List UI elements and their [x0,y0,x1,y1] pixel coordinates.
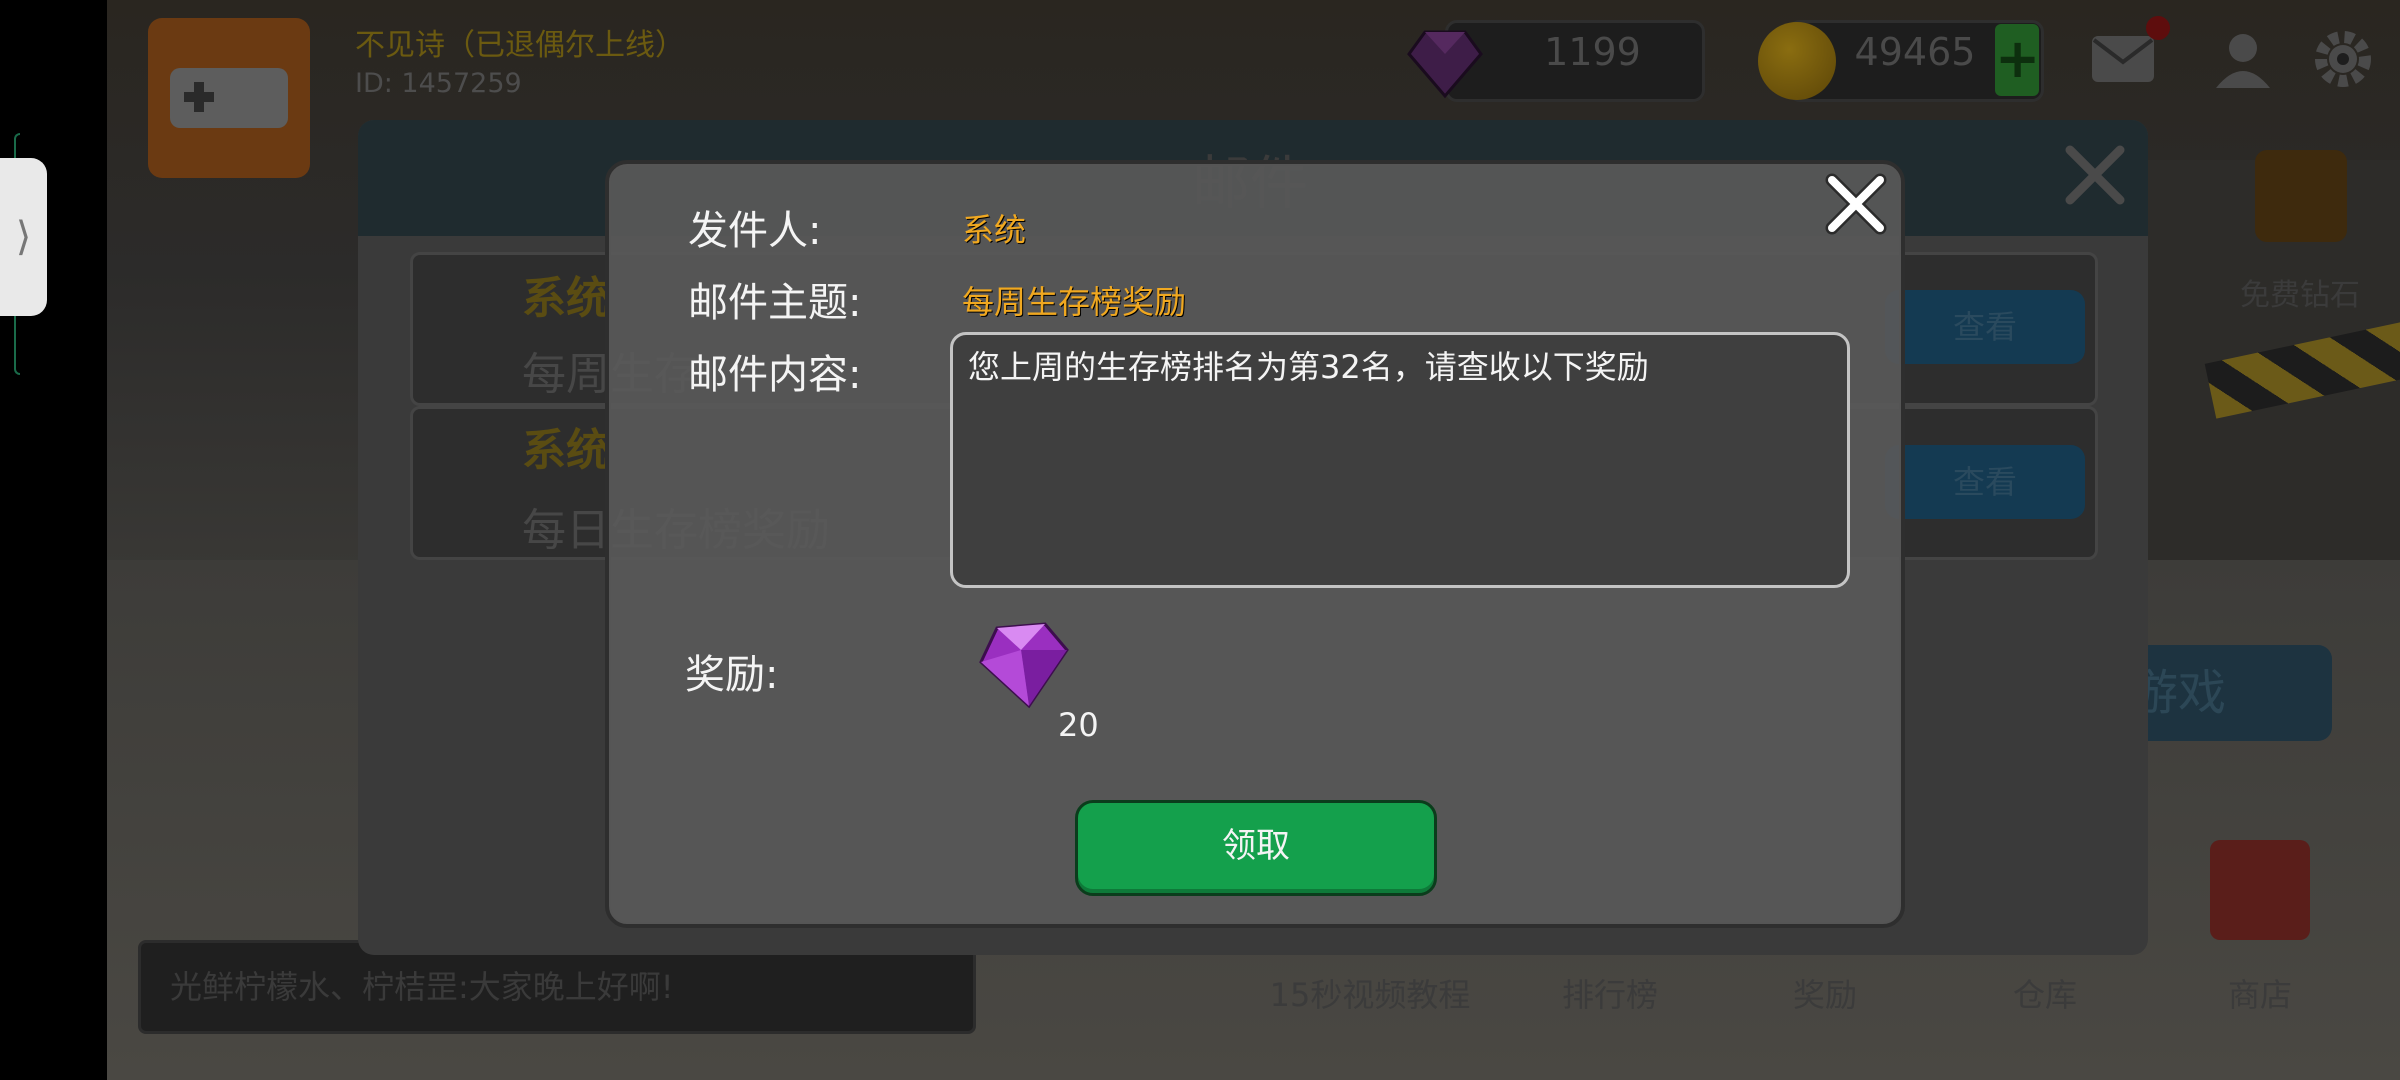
subject-label: 邮件主题: [688,280,862,326]
gamepad-icon [170,68,288,128]
player-id: ID: 1457259 [355,68,522,99]
nav-leaderboard[interactable]: 排行榜 [1500,970,1720,1016]
add-coins-button[interactable]: + [1995,24,2040,96]
view-mail-button[interactable]: 查看 [1885,445,2085,519]
player-name: 不见诗（已退偶尔上线） [355,28,685,63]
reward-label: 奖励: [685,652,779,698]
coin-icon [1758,22,1836,100]
view-mail-button[interactable]: 查看 [1885,290,2085,364]
subject-value: 每周生存榜奖励 [962,283,1187,321]
mail-notification-dot [2146,16,2170,40]
gem-icon [1407,30,1483,99]
nav-rewards[interactable]: 奖励 [1715,970,1935,1016]
free-gems-label[interactable]: 免费钻石 [2240,270,2360,314]
gear-icon[interactable] [2308,24,2378,94]
friend-icon[interactable] [2210,26,2276,92]
shop-icon[interactable] [2210,840,2310,940]
coin-count: 49465 [1854,30,1976,74]
sender-label: 发件人: [688,208,822,254]
reward-count: 20 [1058,706,1099,744]
mail-row-sender: 系统 [522,273,610,324]
claim-button[interactable]: 领取 [1075,800,1437,896]
mail-icon[interactable] [2090,34,2156,84]
gem-count: 1199 [1544,30,1641,74]
side-drawer-handle[interactable]: ⟩ [0,158,47,316]
nav-shop[interactable]: 商店 [2150,970,2370,1016]
sender-value: 系统 [962,211,1027,249]
video-icon[interactable] [2255,150,2347,242]
content-label: 邮件内容: [688,352,862,398]
player-avatar[interactable] [148,18,310,178]
mail-row-sender: 系统 [522,425,610,476]
close-icon[interactable] [1820,168,1892,240]
close-icon[interactable] [2060,140,2130,210]
nav-warehouse[interactable]: 仓库 [1935,970,2155,1016]
content-text: 您上周的生存榜排名为第32名，请查收以下奖励 [968,348,1649,386]
nav-tutorial[interactable]: 15秒视频教程 [1260,970,1480,1016]
chat-message: 光鲜柠檬水、柠桔罡:大家晚上好啊! [170,968,674,1006]
gem-icon [979,622,1069,709]
